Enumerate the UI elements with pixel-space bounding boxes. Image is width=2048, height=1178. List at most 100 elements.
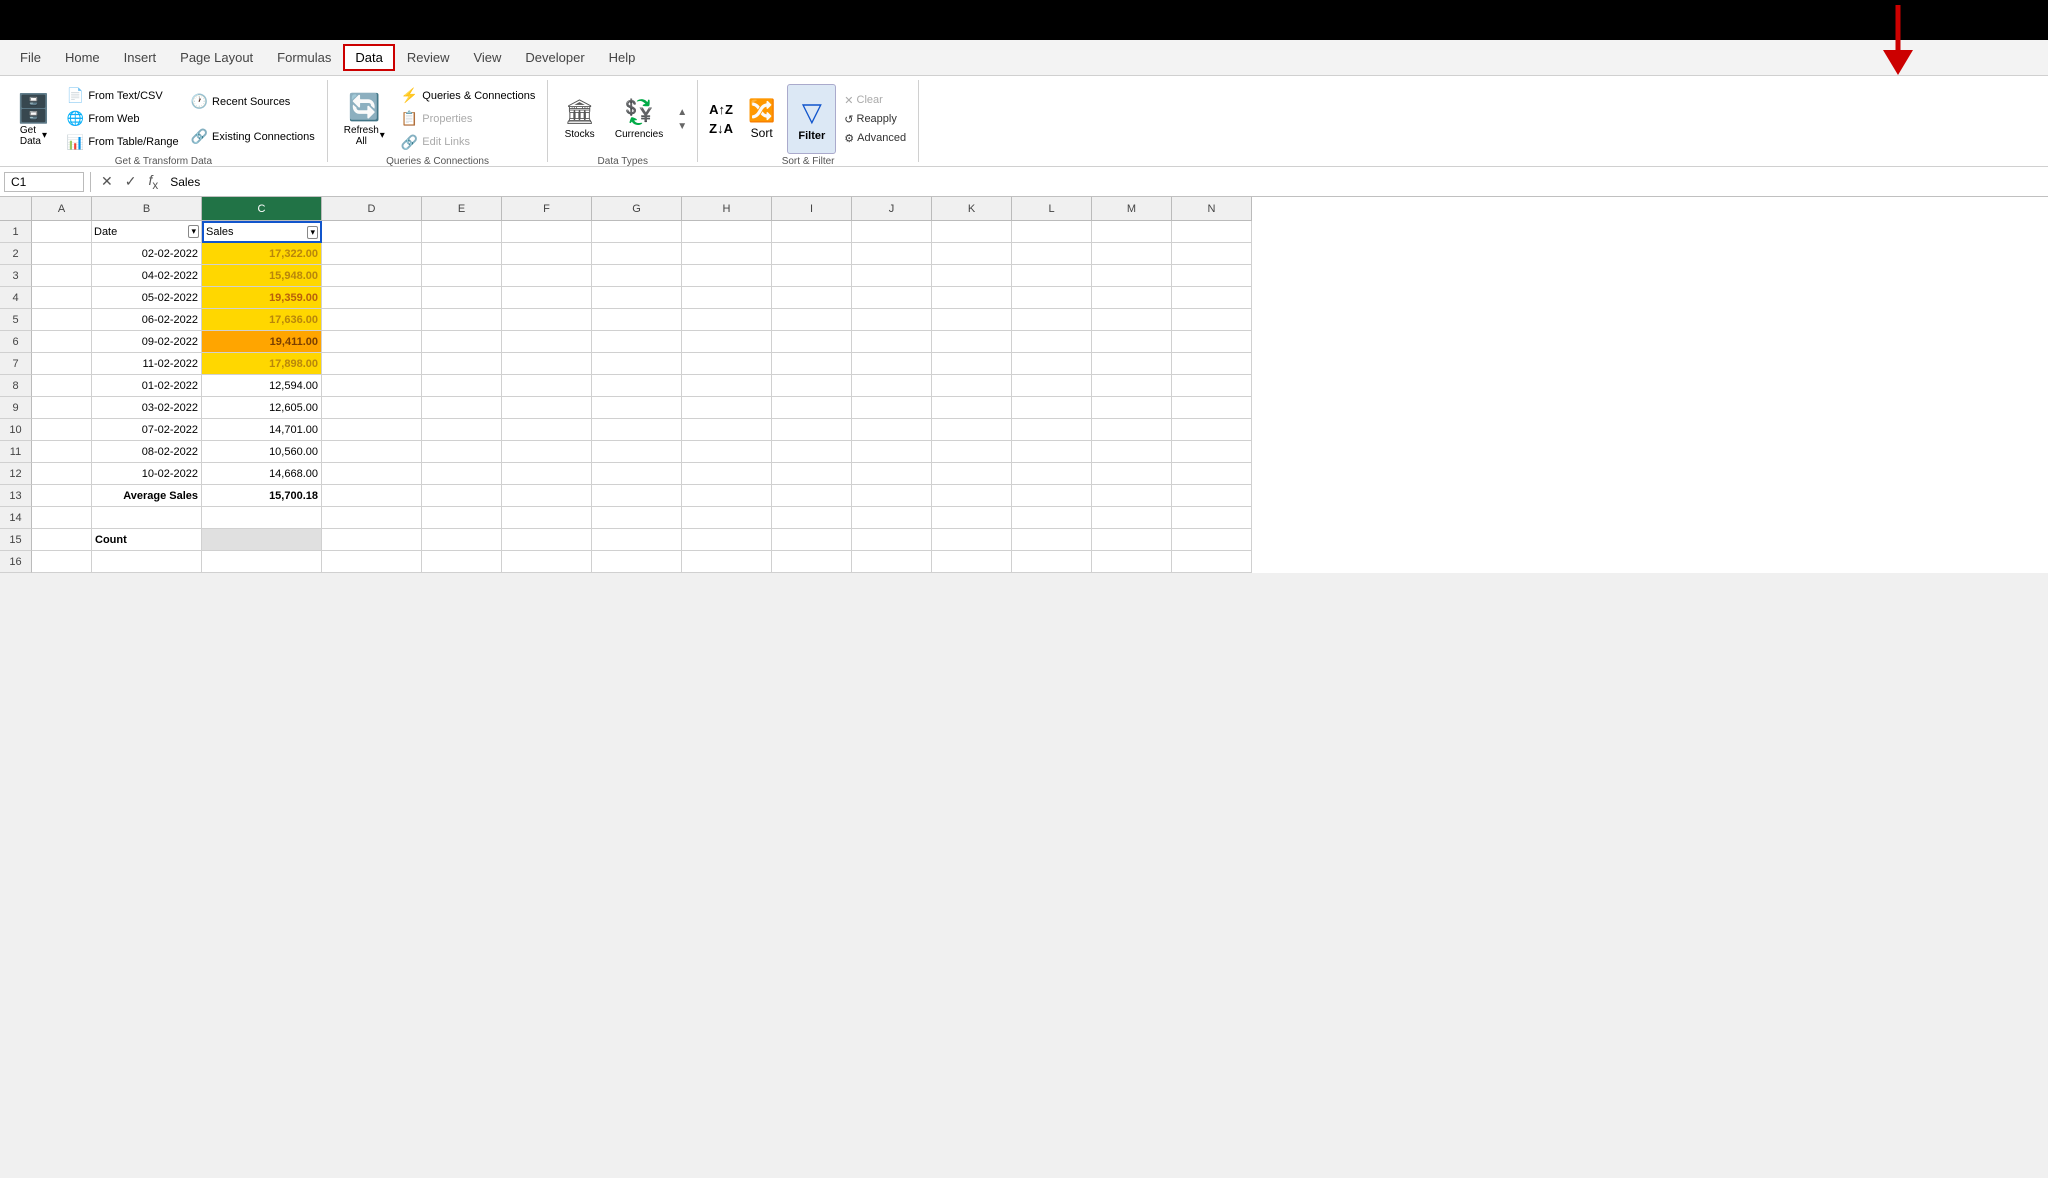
cell-m1[interactable] — [1092, 221, 1172, 243]
cell-g5[interactable] — [592, 309, 682, 331]
row-number-11[interactable]: 11 — [0, 441, 32, 463]
cell-h8[interactable] — [682, 375, 772, 397]
cell-h1[interactable] — [682, 221, 772, 243]
cell-c8[interactable]: 12,594.00 — [202, 375, 322, 397]
cell-j6[interactable] — [852, 331, 932, 353]
cell-a16[interactable] — [32, 551, 92, 573]
cell-m8[interactable] — [1092, 375, 1172, 397]
cell-e15[interactable] — [422, 529, 502, 551]
cell-j13[interactable] — [852, 485, 932, 507]
cell-k9[interactable] — [932, 397, 1012, 419]
row-number-13[interactable]: 13 — [0, 485, 32, 507]
cell-d5[interactable] — [322, 309, 422, 331]
cell-f15[interactable] — [502, 529, 592, 551]
cell-k13[interactable] — [932, 485, 1012, 507]
existing-connections-button[interactable]: 🔗 Existing Connections — [187, 126, 319, 147]
cell-c11[interactable]: 10,560.00 — [202, 441, 322, 463]
cell-f12[interactable] — [502, 463, 592, 485]
cell-l1[interactable] — [1012, 221, 1092, 243]
cell-b4[interactable]: 05-02-2022 — [92, 287, 202, 309]
cell-n12[interactable] — [1172, 463, 1252, 485]
cell-h2[interactable] — [682, 243, 772, 265]
cell-d6[interactable] — [322, 331, 422, 353]
refresh-all-button[interactable]: 🔄 RefreshAll ▾ — [336, 84, 393, 154]
cell-h16[interactable] — [682, 551, 772, 573]
cell-l11[interactable] — [1012, 441, 1092, 463]
sort-button[interactable]: 🔀 Sort — [740, 84, 783, 154]
cell-f6[interactable] — [502, 331, 592, 353]
scroll-down-arrow[interactable]: ▼ — [675, 120, 689, 133]
cell-e3[interactable] — [422, 265, 502, 287]
tab-home[interactable]: Home — [53, 44, 112, 71]
sort-za-button[interactable]: Z↓A — [706, 120, 736, 137]
cell-d13[interactable] — [322, 485, 422, 507]
cell-h15[interactable] — [682, 529, 772, 551]
cell-j11[interactable] — [852, 441, 932, 463]
cell-m11[interactable] — [1092, 441, 1172, 463]
tab-formulas[interactable]: Formulas — [265, 44, 343, 71]
cell-a3[interactable] — [32, 265, 92, 287]
clear-button[interactable]: ✕ Clear — [840, 92, 910, 109]
cell-a2[interactable] — [32, 243, 92, 265]
from-web-button[interactable]: 🌐 From Web — [63, 108, 183, 129]
cell-f5[interactable] — [502, 309, 592, 331]
cell-e7[interactable] — [422, 353, 502, 375]
cell-i4[interactable] — [772, 287, 852, 309]
cell-b7[interactable]: 11-02-2022 — [92, 353, 202, 375]
cell-f10[interactable] — [502, 419, 592, 441]
cell-f8[interactable] — [502, 375, 592, 397]
cell-n8[interactable] — [1172, 375, 1252, 397]
cell-a8[interactable] — [32, 375, 92, 397]
tab-review[interactable]: Review — [395, 44, 462, 71]
cell-k1[interactable] — [932, 221, 1012, 243]
row-number-8[interactable]: 8 — [0, 375, 32, 397]
scroll-up-arrow[interactable]: ▲ — [675, 106, 689, 119]
cell-n11[interactable] — [1172, 441, 1252, 463]
cell-k14[interactable] — [932, 507, 1012, 529]
cell-d8[interactable] — [322, 375, 422, 397]
cell-c2[interactable]: 17,322.00 — [202, 243, 322, 265]
row-number-16[interactable]: 16 — [0, 551, 32, 573]
col-header-a[interactable]: A — [32, 197, 92, 221]
cell-a9[interactable] — [32, 397, 92, 419]
tab-help[interactable]: Help — [597, 44, 648, 71]
cell-c4[interactable]: 19,359.00 — [202, 287, 322, 309]
cell-k16[interactable] — [932, 551, 1012, 573]
tab-developer[interactable]: Developer — [513, 44, 596, 71]
cell-i9[interactable] — [772, 397, 852, 419]
cell-c5[interactable]: 17,636.00 — [202, 309, 322, 331]
cell-f3[interactable] — [502, 265, 592, 287]
cell-l10[interactable] — [1012, 419, 1092, 441]
cell-l7[interactable] — [1012, 353, 1092, 375]
cell-i5[interactable] — [772, 309, 852, 331]
cell-i2[interactable] — [772, 243, 852, 265]
get-data-button[interactable]: 🗄️ GetData ▾ — [8, 84, 59, 154]
cell-d3[interactable] — [322, 265, 422, 287]
cell-e1[interactable] — [422, 221, 502, 243]
cell-c6[interactable]: 19,411.00 — [202, 331, 322, 353]
cell-m3[interactable] — [1092, 265, 1172, 287]
cell-b13[interactable]: Average Sales — [92, 485, 202, 507]
cell-i12[interactable] — [772, 463, 852, 485]
cell-g15[interactable] — [592, 529, 682, 551]
cell-m9[interactable] — [1092, 397, 1172, 419]
cell-d9[interactable] — [322, 397, 422, 419]
cell-a6[interactable] — [32, 331, 92, 353]
cell-e4[interactable] — [422, 287, 502, 309]
cell-g8[interactable] — [592, 375, 682, 397]
cell-d2[interactable] — [322, 243, 422, 265]
cell-k12[interactable] — [932, 463, 1012, 485]
row-number-5[interactable]: 5 — [0, 309, 32, 331]
cell-j14[interactable] — [852, 507, 932, 529]
cell-j16[interactable] — [852, 551, 932, 573]
cell-n15[interactable] — [1172, 529, 1252, 551]
cell-m7[interactable] — [1092, 353, 1172, 375]
cell-a15[interactable] — [32, 529, 92, 551]
insert-function-icon[interactable]: fx — [144, 170, 162, 194]
cell-l14[interactable] — [1012, 507, 1092, 529]
row-number-15[interactable]: 15 — [0, 529, 32, 551]
cell-l2[interactable] — [1012, 243, 1092, 265]
cell-j1[interactable] — [852, 221, 932, 243]
cell-b14[interactable] — [92, 507, 202, 529]
date-filter-button[interactable]: ▾ — [188, 225, 199, 238]
